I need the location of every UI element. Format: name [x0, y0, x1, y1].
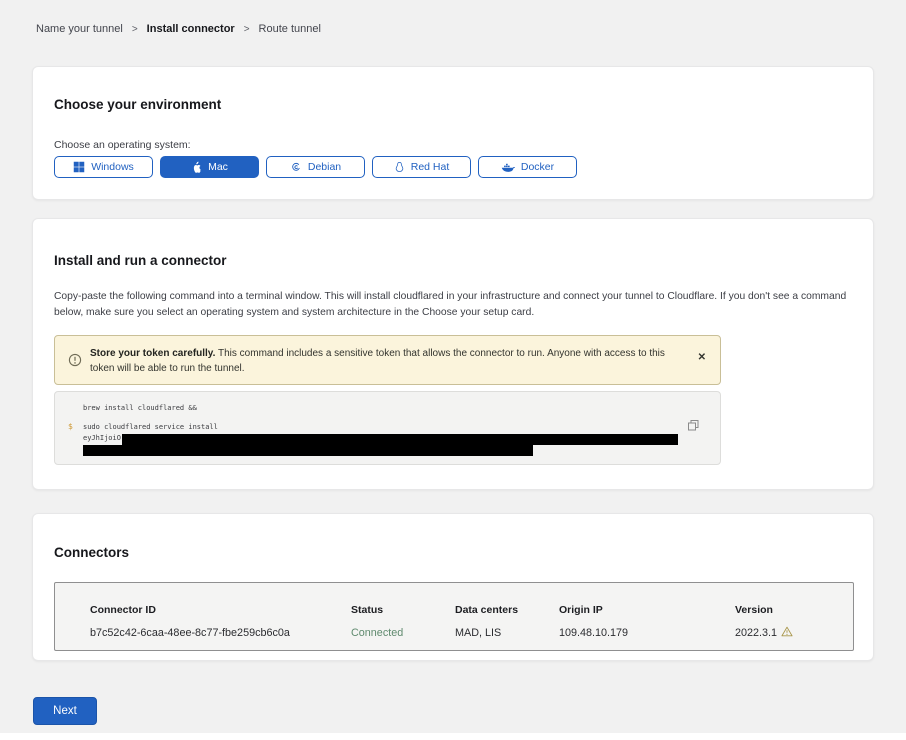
token-warning-bold: Store your token carefully.: [90, 348, 215, 359]
table-header-row: Connector ID Status Data centers Origin …: [90, 604, 853, 616]
windows-logo-icon: [73, 161, 85, 173]
breadcrumb-step-route-tunnel[interactable]: Route tunnel: [259, 23, 321, 35]
column-header-data-centers: Data centers: [455, 604, 559, 616]
next-button[interactable]: Next: [33, 697, 97, 725]
os-button-label: Mac: [208, 161, 228, 173]
status-badge: Connected: [351, 627, 455, 639]
column-header-status: Status: [351, 604, 455, 616]
token-warning-banner: Store your token carefully. This command…: [54, 335, 721, 385]
command-token-line: eyJhIjoiO: [83, 434, 678, 445]
breadcrumb-separator: >: [132, 24, 138, 35]
breadcrumb-step-install-connector: Install connector: [147, 23, 235, 35]
install-command-codeblock: $ brew install cloudflared && sudo cloud…: [54, 391, 721, 465]
os-button-group: Windows Mac Debian Red Hat Docker: [54, 156, 577, 178]
close-icon[interactable]: ✕: [698, 352, 706, 363]
connectors-table: Connector ID Status Data centers Origin …: [54, 582, 854, 651]
info-icon: [68, 353, 82, 372]
copy-icon[interactable]: [687, 419, 700, 435]
token-warning-text: Store your token carefully. This command…: [90, 346, 690, 376]
warning-triangle-icon: [781, 626, 793, 640]
os-select-label: Choose an operating system:: [54, 139, 191, 151]
column-header-origin-ip: Origin IP: [559, 604, 735, 616]
os-button-windows[interactable]: Windows: [54, 156, 153, 178]
choose-environment-card: Choose your environment Choose an operat…: [32, 66, 874, 200]
version-value: 2022.3.1: [735, 626, 853, 640]
breadcrumb-step-name-your-tunnel[interactable]: Name your tunnel: [36, 23, 123, 35]
os-button-label: Debian: [308, 161, 341, 173]
os-button-label: Red Hat: [411, 161, 450, 173]
origin-ip-value: 109.48.10.179: [559, 627, 735, 639]
connectors-card-title: Connectors: [54, 545, 129, 560]
install-connector-card: Install and run a connector Copy-paste t…: [32, 218, 874, 490]
redacted-token-bar: [122, 434, 678, 445]
apple-logo-icon: [191, 161, 202, 174]
debian-logo-icon: [290, 161, 302, 173]
connector-id-value: b7c52c42-6caa-48ee-8c77-fbe259cb6c0a: [90, 627, 351, 639]
command-line-2: sudo cloudflared service install: [83, 423, 218, 431]
footer-strip: [0, 733, 906, 740]
os-button-docker[interactable]: Docker: [478, 156, 577, 178]
breadcrumb-separator: >: [244, 24, 250, 35]
data-centers-value: MAD, LIS: [455, 627, 559, 639]
os-button-label: Docker: [521, 161, 554, 173]
redhat-linux-icon: [394, 161, 405, 174]
breadcrumb: Name your tunnel > Install connector > R…: [36, 23, 321, 35]
environment-card-title: Choose your environment: [54, 97, 221, 112]
os-button-redhat[interactable]: Red Hat: [372, 156, 471, 178]
table-row: b7c52c42-6caa-48ee-8c77-fbe259cb6c0a Con…: [90, 626, 853, 640]
command-line-1: brew install cloudflared &&: [83, 404, 197, 412]
os-button-debian[interactable]: Debian: [266, 156, 365, 178]
column-header-connector-id: Connector ID: [90, 604, 351, 616]
redacted-token-bar: [83, 445, 533, 456]
shell-prompt: $: [68, 422, 73, 431]
os-button-mac[interactable]: Mac: [160, 156, 259, 178]
connectors-card: Connectors Connector ID Status Data cent…: [32, 513, 874, 661]
install-description: Copy-paste the following command into a …: [54, 289, 854, 321]
column-header-version: Version: [735, 604, 853, 616]
docker-whale-icon: [501, 162, 515, 173]
install-card-title: Install and run a connector: [54, 253, 227, 268]
os-button-label: Windows: [91, 161, 134, 173]
